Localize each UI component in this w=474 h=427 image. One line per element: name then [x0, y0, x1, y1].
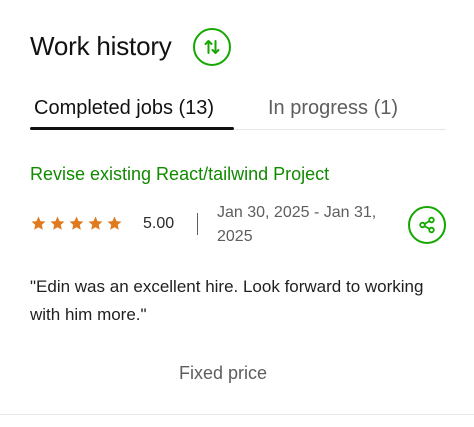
rating-value: 5.00: [143, 215, 175, 232]
share-icon: [419, 216, 435, 234]
star-icon: [69, 216, 84, 230]
page-title: Work history: [30, 31, 172, 61]
sort-arrows-icon: [204, 40, 220, 54]
work-history-header: Work history: [30, 28, 172, 64]
star-icon: [31, 216, 46, 230]
tab-completed-jobs[interactable]: Completed jobs (13): [34, 94, 214, 122]
review-text: "Edin was an excellent hire. Look forwar…: [30, 277, 424, 324]
job-dates: Jan 30, 2025 - Jan 31, 2025: [217, 204, 377, 245]
job-title-link[interactable]: Revise existing React/tailwind Project: [30, 162, 329, 186]
section-divider: [0, 414, 474, 415]
star-icon: [88, 216, 103, 230]
active-tab-indicator: [30, 127, 234, 130]
star-icon: [50, 216, 65, 230]
share-button[interactable]: [408, 206, 446, 244]
meta-divider: [197, 213, 198, 235]
rating-stars: [30, 215, 123, 232]
tabs: Completed jobs (13) In progress (1): [30, 92, 446, 132]
tab-in-progress[interactable]: In progress (1): [268, 94, 398, 122]
job-meta: 5.00 Jan 30, 2025 - Jan 31, 2025: [30, 198, 450, 254]
sort-button[interactable]: [193, 28, 231, 66]
star-icon: [107, 216, 122, 230]
price-type: Fixed price: [178, 363, 268, 383]
